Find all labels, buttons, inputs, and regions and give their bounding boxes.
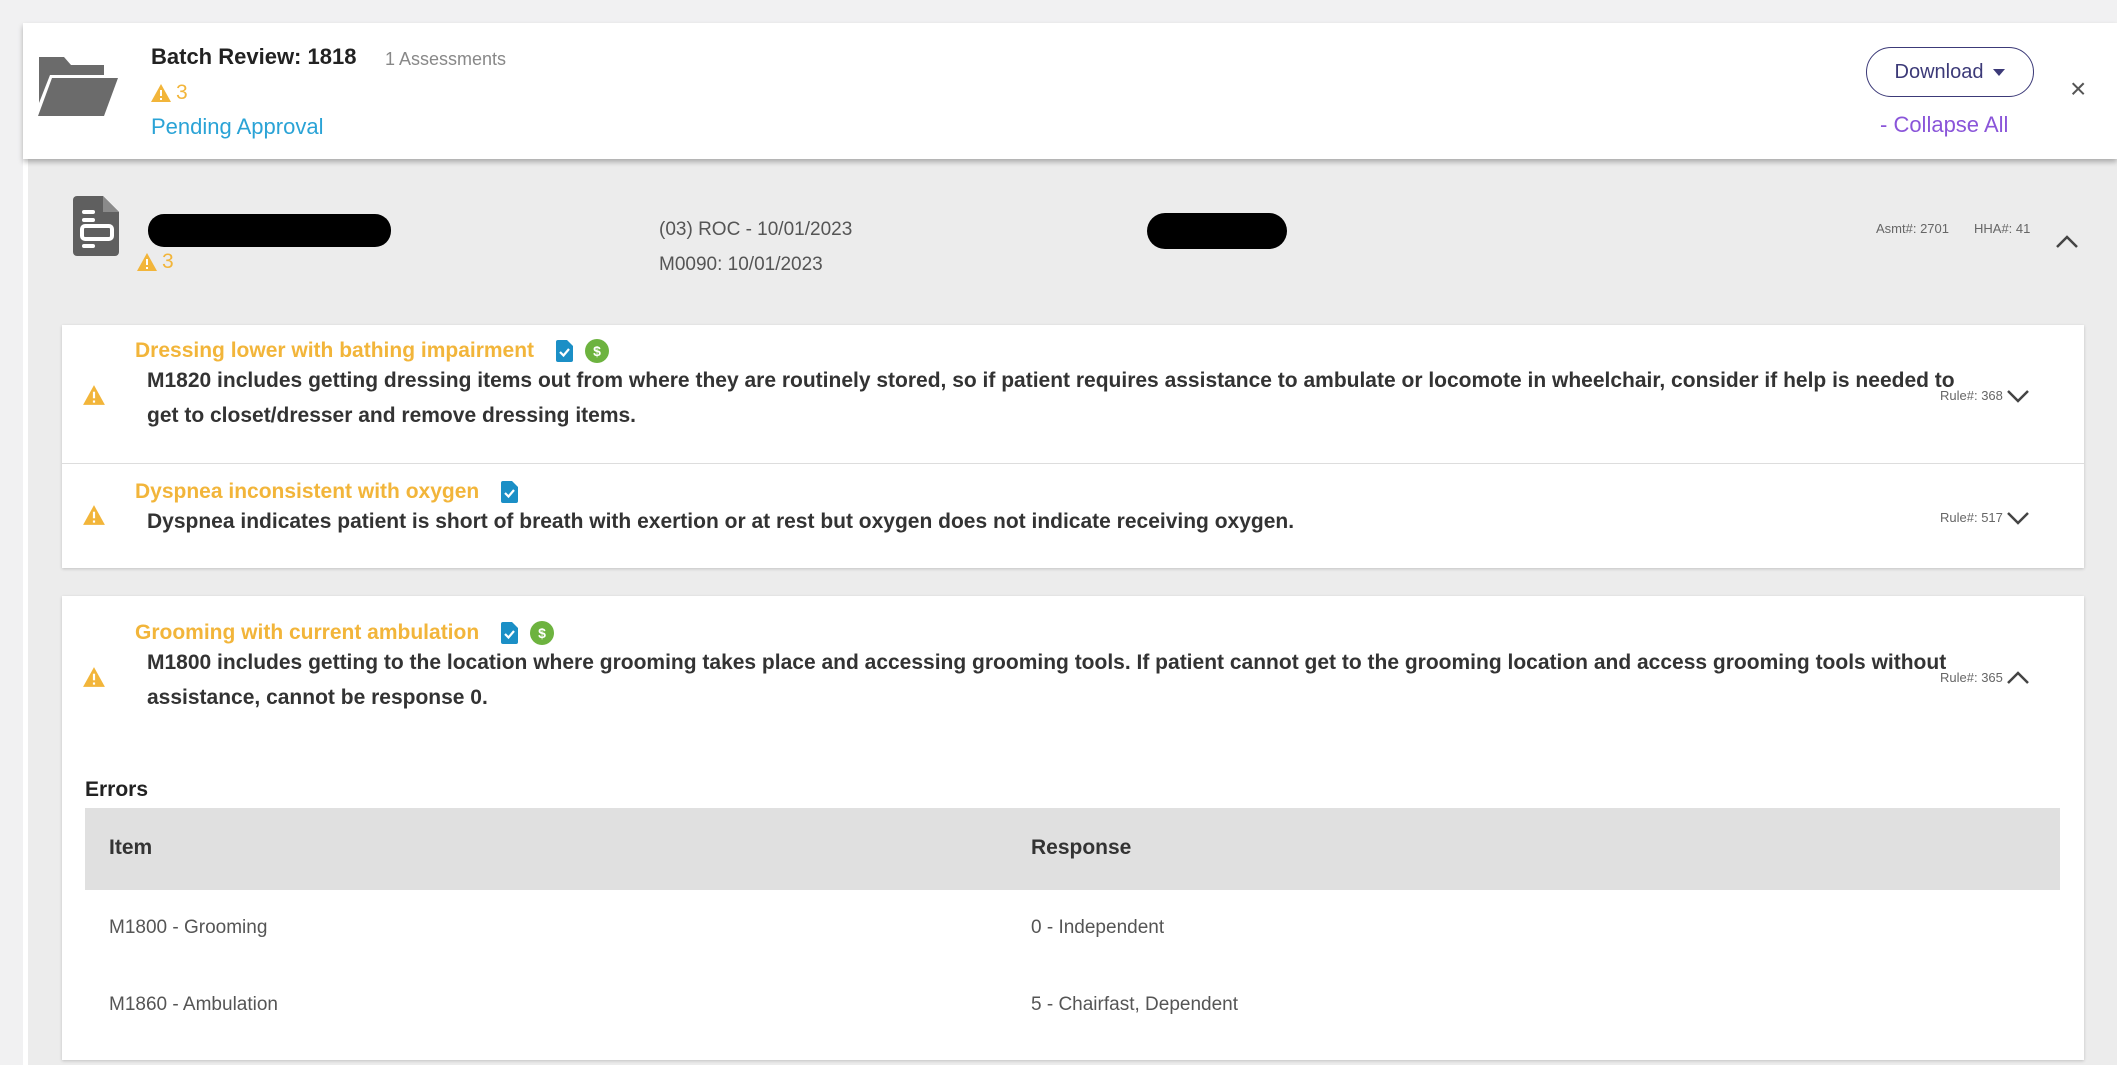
chevron-up-icon[interactable]: [2055, 235, 2079, 254]
issue-item[interactable]: Grooming with current ambulation $ M1800…: [62, 596, 2084, 756]
rule-number: Rule#: 517: [1940, 510, 2003, 525]
document-check-icon: [501, 622, 519, 644]
rule-number: Rule#: 365: [1940, 670, 2003, 685]
assessment-count: 1 Assessments: [385, 49, 507, 69]
assessment-section: 3 (03) ROC - 10/01/2023 M0090: 10/01/202…: [28, 159, 2117, 1065]
issue-description: M1800 includes getting to the location w…: [147, 651, 1947, 709]
warning-count: 3: [162, 250, 174, 273]
table-cell-response: 5 - Chairfast, Dependent: [1031, 994, 1239, 1015]
m0090-date: M0090: 10/01/2023: [659, 254, 823, 275]
download-label: Download: [1894, 60, 1984, 83]
issue-item[interactable]: Dressing lower with bathing impairment $…: [62, 325, 2084, 464]
caret-down-icon: [1993, 68, 2006, 76]
table-header: Item Response: [85, 808, 2060, 890]
column-header-item: Item: [109, 836, 153, 859]
assessment-warning-count: 3: [136, 250, 174, 274]
roc-date: (03) ROC - 10/01/2023: [659, 219, 853, 240]
batch-review-card: Batch Review: 1818 1 Assessments 3 Pendi…: [23, 23, 2117, 1065]
chevron-up-icon[interactable]: [2006, 671, 2030, 690]
hha-number: HHA#: 41: [1974, 221, 2031, 236]
download-button[interactable]: Download: [1866, 47, 2034, 97]
issue-panel: Dressing lower with bathing impairment $…: [62, 325, 2084, 568]
close-icon[interactable]: ×: [2070, 73, 2086, 105]
dollar-icon: $: [585, 339, 610, 363]
issue-description: M1820 includes getting dressing items ou…: [147, 369, 1955, 427]
table-row: M1800 - Grooming 0 - Independent: [85, 890, 2060, 967]
issue-panel-expanded: Grooming with current ambulation $ M1800…: [62, 596, 2084, 1060]
column-header-response: Response: [1031, 836, 1132, 859]
errors-label: Errors: [85, 778, 149, 801]
folder-icon: [36, 53, 118, 124]
document-icon: [73, 196, 121, 261]
warning-icon: [82, 504, 106, 531]
chevron-down-icon[interactable]: [2006, 511, 2030, 530]
status-link[interactable]: Pending Approval: [151, 114, 323, 140]
errors-table: Item Response M1800 - Grooming 0 - Indep…: [85, 808, 2060, 1044]
warning-icon: [82, 666, 106, 693]
redacted-field: [1147, 213, 1287, 249]
dollar-icon: $: [530, 621, 555, 645]
redacted-patient-name: [148, 214, 391, 247]
document-check-icon: [556, 340, 574, 362]
document-check-icon: [501, 481, 519, 503]
warning-icon: [137, 253, 157, 271]
issue-title: Dressing lower with bathing impairment $: [135, 339, 610, 363]
warning-icon: [151, 84, 171, 102]
rule-number: Rule#: 368: [1940, 388, 2003, 403]
chevron-down-icon[interactable]: [2006, 389, 2030, 408]
batch-warning-count: 3: [150, 81, 188, 105]
table-cell-item: M1860 - Ambulation: [109, 994, 278, 1015]
table-cell-item: M1800 - Grooming: [109, 917, 268, 938]
svg-text:$: $: [593, 343, 601, 359]
table-cell-response: 0 - Independent: [1031, 917, 1165, 938]
table-row: M1860 - Ambulation 5 - Chairfast, Depend…: [85, 967, 2060, 1044]
svg-text:$: $: [538, 625, 546, 641]
batch-header: Batch Review: 1818 1 Assessments 3 Pendi…: [23, 23, 2117, 159]
assessment-number: Asmt#: 2701: [1876, 221, 1949, 236]
issue-title: Grooming with current ambulation $: [135, 621, 555, 645]
issue-item[interactable]: Dyspnea inconsistent with oxygen Dyspnea…: [62, 464, 2084, 568]
warning-count: 3: [176, 81, 188, 104]
collapse-all-link[interactable]: - Collapse All: [1880, 112, 2008, 138]
batch-title: Batch Review: 1818: [151, 44, 357, 69]
warning-icon: [82, 384, 106, 411]
issue-title: Dyspnea inconsistent with oxygen: [135, 480, 519, 504]
issue-description: Dyspnea indicates patient is short of br…: [147, 510, 1295, 533]
